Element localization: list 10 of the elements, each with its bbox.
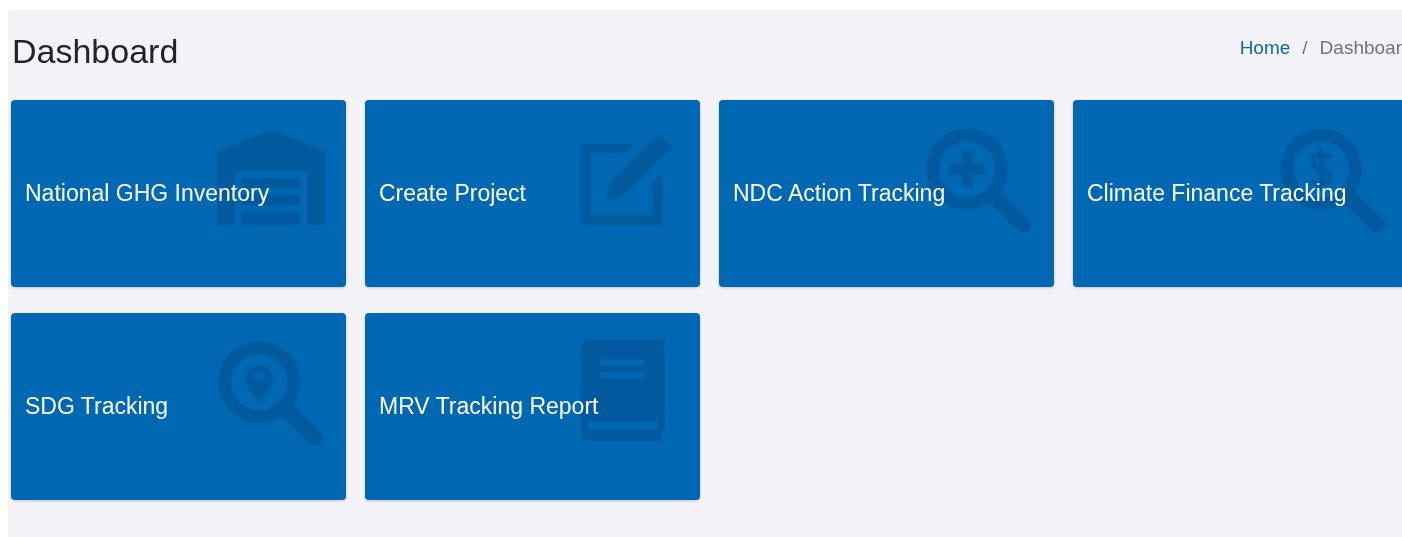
dashboard-tile[interactable]: NDC Action Tracking bbox=[719, 100, 1054, 287]
breadcrumb-link[interactable]: Home bbox=[1239, 37, 1291, 59]
dashboard-tile[interactable]: SDG Tracking bbox=[11, 313, 346, 500]
dashboard-tile[interactable]: Create Project bbox=[365, 100, 700, 287]
dashboard-tile[interactable]: MRV Tracking Report bbox=[365, 313, 700, 500]
page-title: Dashboard bbox=[12, 31, 179, 71]
breadcrumb-current: Dashboar bbox=[1319, 37, 1402, 59]
dashboard-tile[interactable]: National GHG Inventory bbox=[11, 100, 346, 287]
breadcrumb-separator: / bbox=[1302, 37, 1308, 59]
dashboard-tile[interactable]: Climate Finance Tracking bbox=[1073, 100, 1402, 287]
